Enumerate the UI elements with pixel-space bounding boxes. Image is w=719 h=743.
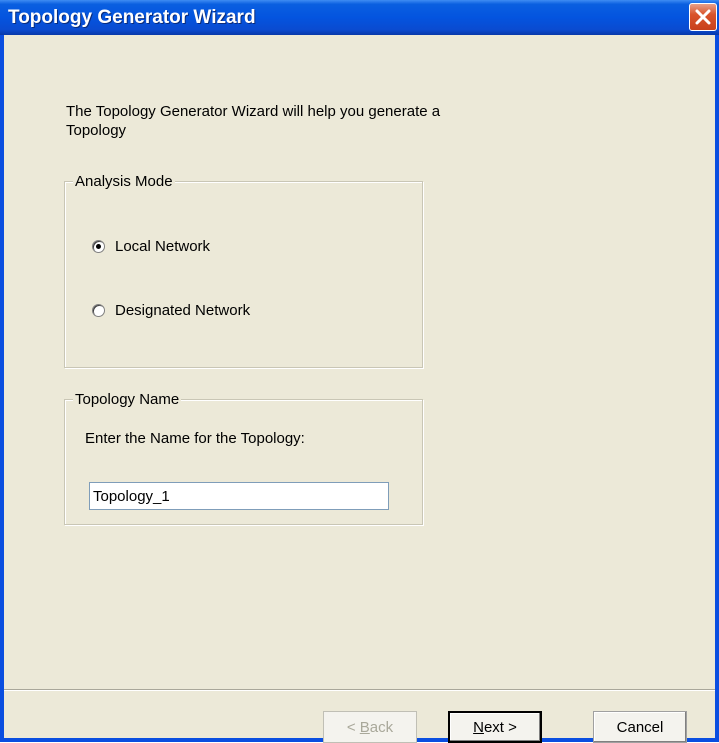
back-prefix: < [346, 718, 360, 736]
title-bar[interactable]: Topology Generator Wizard [0, 0, 719, 35]
back-rest: ack [369, 718, 394, 736]
next-button[interactable]: Next > [448, 711, 542, 743]
cancel-button[interactable]: Cancel [593, 711, 687, 743]
radio-label: Designated Network [115, 302, 251, 319]
window-title: Topology Generator Wizard [8, 7, 256, 28]
radio-button[interactable] [92, 304, 105, 317]
analysis-mode-group: Analysis Mode Local Network Designated N… [64, 172, 423, 368]
radio-designated-network[interactable]: Designated Network [92, 302, 250, 319]
topology-name-group: Topology Name Enter the Name for the Top… [64, 390, 423, 525]
topology-name-input[interactable] [89, 482, 389, 510]
next-rest: ext > [483, 718, 517, 736]
button-separator [4, 689, 715, 691]
intro-text: The Topology Generator Wizard will help … [66, 103, 441, 139]
topology-name-label: Topology Name [73, 390, 182, 409]
next-mnemonic: N [473, 718, 484, 736]
close-icon [695, 9, 711, 25]
wizard-window: Topology Generator Wizard The Topology G… [0, 0, 719, 743]
back-mnemonic: B [359, 718, 370, 736]
radio-button-selected[interactable] [92, 240, 105, 253]
topology-name-prompt: Enter the Name for the Topology: [85, 430, 305, 447]
radio-label: Local Network [115, 238, 211, 255]
back-button[interactable]: < Back [323, 711, 417, 743]
analysis-mode-label: Analysis Mode [73, 172, 175, 191]
wizard-content: The Topology Generator Wizard will help … [4, 35, 715, 743]
close-button[interactable] [689, 3, 717, 31]
radio-local-network[interactable]: Local Network [92, 238, 210, 255]
